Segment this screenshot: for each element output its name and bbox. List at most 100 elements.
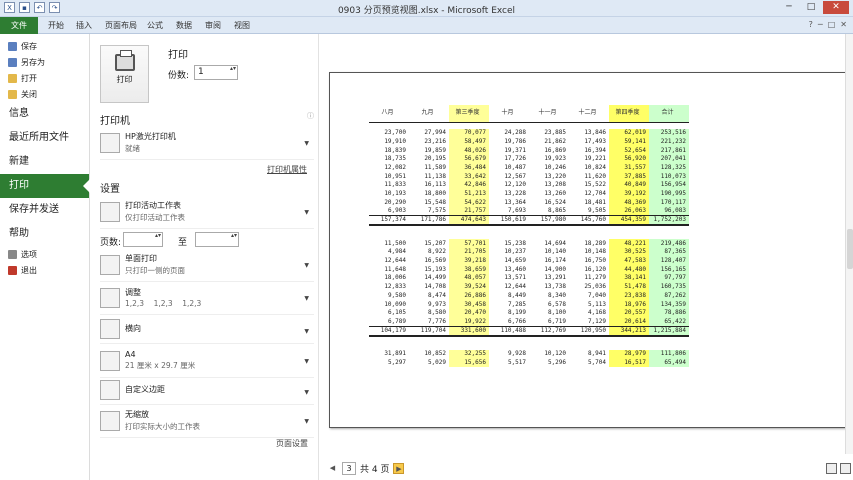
table-cell: 37,885 — [609, 172, 649, 182]
table-row: 11,648 15,193 38,659 13,460 14,900 16,120 44,4… — [369, 265, 689, 275]
pages-from-input[interactable] — [123, 232, 163, 247]
nav-new[interactable]: 新建 — [0, 150, 89, 174]
table-cell: 5,113 — [587, 300, 606, 308]
tab-data[interactable]: 数据 — [170, 17, 198, 34]
table-cell: 59,141 — [609, 137, 649, 147]
nav-close[interactable]: 关闭 — [0, 86, 89, 102]
column-header: 合计 — [649, 105, 689, 123]
nav-info[interactable]: 信息 — [0, 102, 89, 126]
table-cell: 16,569 — [424, 257, 446, 265]
table-cell: 12,644 — [504, 283, 526, 291]
nav-open[interactable]: 打开 — [0, 70, 89, 86]
table-cell: 9,973 — [427, 300, 446, 308]
table-cell: 16,524 — [544, 198, 566, 206]
copies-label: 份数: — [168, 71, 190, 81]
table-cell: 4,984 — [387, 248, 406, 256]
table-cell: 18,735 — [384, 155, 406, 163]
table-cell: 32,255 — [449, 349, 489, 359]
table-cell: 6,789 — [387, 317, 406, 325]
table-cell: 10,237 — [504, 248, 526, 256]
nav-exit[interactable]: 退出 — [0, 262, 89, 278]
table-cell: 39,192 — [609, 189, 649, 199]
print-preview: 八月 九月 第三季度 十月 十一月 十二月 第四季度 合计 23,700 27,994 70,07… — [319, 34, 853, 480]
zoom-to-page-button[interactable] — [840, 463, 851, 474]
table-cell: 11,648 — [384, 265, 406, 273]
help-icon[interactable]: ? — [809, 20, 813, 29]
table-cell: 16,517 — [609, 358, 649, 368]
prev-page-button[interactable]: ◀ — [327, 463, 338, 474]
ribbon-restore-icon[interactable]: □ — [828, 20, 836, 29]
table-cell: 454,359 — [609, 215, 649, 227]
printer-properties-link[interactable]: 打印机属性 — [267, 164, 307, 175]
preview-page: 八月 九月 第三季度 十月 十一月 十二月 第四季度 合计 23,700 27,994 70,07… — [329, 72, 852, 428]
column-header: 八月 — [369, 105, 409, 123]
margins-select[interactable]: 自定义边距 ▼ — [100, 375, 314, 405]
nav-options[interactable]: 选项 — [0, 246, 89, 262]
nav-print[interactable]: 打印 — [0, 174, 90, 198]
collate-select[interactable]: 调整 1,2,3 1,2,3 1,2,3 ▼ — [100, 281, 314, 315]
ribbon-min-icon[interactable]: ─ — [818, 20, 823, 29]
table-cell: 30,525 — [609, 248, 649, 257]
table-cell: 10,193 — [384, 190, 406, 198]
nav-recent[interactable]: 最近所用文件 — [0, 126, 89, 150]
table-cell: 87,365 — [649, 248, 689, 257]
table-cell: 5,297 — [387, 358, 406, 366]
nav-save[interactable]: 保存 — [0, 38, 89, 54]
table-cell: 21,705 — [449, 248, 489, 257]
table-cell: 20,195 — [424, 155, 446, 163]
minimize-button[interactable]: ─ — [779, 1, 799, 14]
maximize-button[interactable]: □ — [801, 1, 821, 14]
scroll-thumb[interactable] — [847, 229, 853, 269]
tab-file[interactable]: 文件 — [0, 17, 38, 34]
page-navigator: ◀ 3 共 4 页 ▶ — [327, 462, 405, 475]
print-scope-select[interactable]: 打印活动工作表 仅打印活动工作表 ▼ — [100, 195, 314, 229]
tab-home[interactable]: 开始 — [42, 17, 70, 34]
vertical-scrollbar[interactable] — [845, 34, 853, 454]
table-cell: 5,296 — [547, 358, 566, 366]
folder-open-icon — [8, 73, 17, 83]
duplex-select[interactable]: 单面打印 只打印一侧的页面 ▼ — [100, 248, 314, 282]
table-cell: 207,041 — [649, 155, 689, 164]
table-cell: 51,213 — [449, 189, 489, 199]
table-cell: 17,493 — [584, 138, 606, 146]
table-cell: 10,951 — [384, 172, 406, 180]
table-row: 4,984 8,922 21,705 10,237 10,140 10,148 30,525… — [369, 248, 689, 257]
chevron-down-icon: ▼ — [304, 328, 309, 335]
printer-select[interactable]: HP激光打印机 就绪 ▼ — [100, 126, 314, 160]
tab-formulas[interactable]: 公式 — [141, 17, 169, 34]
orientation-select[interactable]: 横向 ▼ — [100, 314, 314, 344]
table-cell: 13,228 — [504, 190, 526, 198]
table-cell: 104,179 — [369, 325, 409, 337]
scaling-select[interactable]: 无缩放 打印实际大小的工作表 ▼ — [100, 404, 314, 438]
table-cell: 52,654 — [609, 146, 649, 156]
table-cell: 23,838 — [609, 291, 649, 301]
nav-help[interactable]: 帮助 — [0, 222, 89, 246]
show-margins-button[interactable] — [826, 463, 837, 474]
tab-view[interactable]: 视图 — [228, 17, 256, 34]
table-cell: 9,580 — [387, 291, 406, 299]
title-bar: X ▪ ↶ ↷ 0903 分页预览视图.xlsx - Microsoft Exc… — [0, 0, 853, 17]
table-cell: 8,199 — [507, 309, 526, 317]
nav-save-as[interactable]: 另存为 — [0, 54, 89, 70]
table-cell: 217,861 — [649, 146, 689, 156]
current-page-input[interactable]: 3 — [342, 462, 356, 475]
tab-page-layout[interactable]: 页面布局 — [99, 17, 143, 34]
table-cell: 156,165 — [649, 265, 689, 275]
print-button[interactable]: 打印 — [100, 45, 149, 103]
table-cell: 18,976 — [609, 300, 649, 309]
page-setup-link[interactable]: 页面设置 — [276, 438, 308, 449]
nav-save-send[interactable]: 保存并发送 — [0, 198, 89, 222]
table-cell: 11,279 — [584, 274, 606, 282]
table-cell: 20,470 — [449, 308, 489, 318]
table-cell: 65,422 — [649, 317, 689, 327]
copies-input[interactable]: 1 — [194, 65, 238, 80]
table-cell: 6,903 — [387, 207, 406, 215]
close-button[interactable]: ✕ — [823, 1, 849, 14]
ribbon-close-icon[interactable]: ✕ — [840, 20, 847, 29]
pages-to-input[interactable] — [195, 232, 239, 247]
table-cell: 150,619 — [489, 215, 529, 227]
next-page-button[interactable]: ▶ — [393, 463, 405, 474]
tab-review[interactable]: 审阅 — [199, 17, 227, 34]
tab-insert[interactable]: 插入 — [70, 17, 98, 34]
paper-size-select[interactable]: A4 21 厘米 x 29.7 厘米 ▼ — [100, 344, 314, 378]
